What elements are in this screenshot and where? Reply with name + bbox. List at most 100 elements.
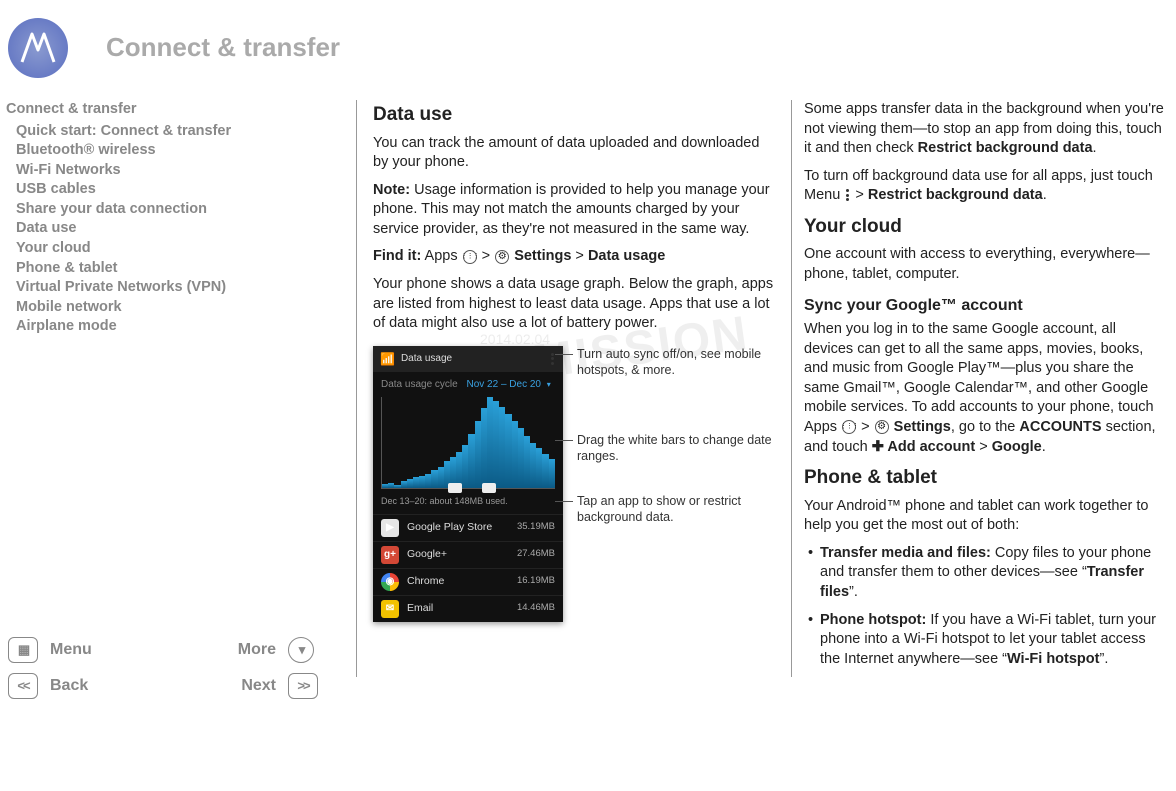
next-icon[interactable]: >> [288,673,318,699]
sync-arrow1: > [857,419,874,435]
nav-item-mobile-network[interactable]: Mobile network [6,298,336,318]
app-row[interactable]: ✉Email14.46MB [373,595,563,622]
paragraph-intro: You can track the amount of data uploade… [373,134,775,173]
nav-heading[interactable]: Connect & transfer [6,100,336,120]
plus-icon: ✚ [872,439,884,455]
divider-1 [356,100,357,677]
app-icon: ✉ [381,600,399,618]
phone-title: Data usage [401,352,452,366]
paragraph-pt: Your Android™ phone and tablet can work … [804,497,1168,536]
app-icon: ◉ [381,573,399,591]
app-row[interactable]: ◉ Chrome 16.19MB [373,568,563,595]
bg1-end: . [1093,140,1097,156]
paragraph-bg1: Some apps transfer data in the backgroun… [804,100,1168,159]
nav-item-wifi[interactable]: Wi-Fi Networks [6,161,336,181]
page-nav-controls: ▦ Menu More ▾ << Back Next >> [8,637,318,699]
network-icon: 📶 [380,351,395,367]
app-name: Chrome [407,574,509,588]
app-icon: g+ [381,546,399,564]
paragraph-findit: Find it: Apps > Settings > Data usage [373,247,775,267]
dropdown-triangle-icon: ▾ [547,380,551,389]
nav-item-quickstart[interactable]: Quick start: Connect & transfer [6,122,336,142]
back-icon[interactable]: << [8,673,38,699]
note-body: Usage information is provided to help yo… [373,182,770,237]
list-item-hotspot: Phone hotspot: If you have a Wi-Fi table… [810,611,1168,670]
bg2-arrow: > [851,187,868,203]
paragraph-graph: Your phone shows a data usage graph. Bel… [373,275,775,334]
gear-icon-2 [875,420,889,434]
sync-accounts: ACCOUNTS [1019,419,1101,435]
range-handle-left[interactable] [448,483,462,493]
findit-settings: Settings [510,248,571,264]
app-name: Google+ [407,547,509,561]
callout-autosync: Turn auto sync off/on, see mobile hotspo… [577,346,775,379]
app-row[interactable]: ▶Google Play Store35.19MB [373,514,563,541]
usage-graph[interactable] [381,397,555,489]
app-size: 27.46MB [517,548,555,561]
bg2-end: . [1043,187,1047,203]
paragraph-bg2: To turn off background data use for all … [804,167,1168,206]
phone-cycle-row[interactable]: Data usage cycle Nov 22 – Dec 20 ▾ [373,372,563,398]
li1-bold: Transfer media and files: [820,545,991,561]
app-name: Google Play Store [407,520,509,534]
sidebar-nav: Connect & transfer Quick start: Connect … [4,100,344,677]
paragraph-cloud: One account with access to everything, e… [804,245,1168,284]
li2-end: ”. [1099,651,1108,667]
nav-item-cloud[interactable]: Your cloud [6,239,336,259]
menu-grid-icon[interactable]: ▦ [8,637,38,663]
callout-tap-app: Tap an app to show or restrict backgroun… [577,493,775,526]
app-size: 16.19MB [517,575,555,588]
nav-item-share[interactable]: Share your data connection [6,200,336,220]
motorola-logo [8,18,68,78]
sync-end: . [1042,439,1046,455]
nav-item-usb[interactable]: USB cables [6,180,336,200]
content-column-2: Some apps transfer data in the backgroun… [804,100,1168,677]
phone-header: 📶 Data usage [373,346,563,372]
bg1-bold: Restrict background data [918,140,1093,156]
more-button[interactable]: More [238,639,276,661]
heading-phone-tablet: Phone & tablet [804,465,1168,491]
arrow-2: > [571,248,588,264]
nav-item-bluetooth[interactable]: Bluetooth® wireless [6,141,336,161]
nav-item-airplane[interactable]: Airplane mode [6,317,336,337]
content-column-1: Data use You can track the amount of dat… [369,100,779,677]
sync-arrow2: > [975,439,992,455]
app-size: 35.19MB [517,521,555,534]
nav-item-datause[interactable]: Data use [6,219,336,239]
list-item-transfer: Transfer media and files: Copy files to … [810,544,1168,603]
heading-cloud: Your cloud [804,214,1168,240]
header: Connect & transfer [0,0,1176,100]
pt-list: Transfer media and files: Copy files to … [804,544,1168,669]
cycle-value: Nov 22 – Dec 20 [467,379,542,390]
callout-drag: Drag the white bars to change date range… [577,432,775,465]
apps-icon-2 [842,420,856,434]
app-name: Email [407,601,509,615]
li2-bold: Phone hotspot: [820,612,926,628]
menu-button[interactable]: Menu [50,639,226,661]
kebab-menu-icon[interactable] [551,351,554,366]
callout-column: Turn auto sync off/on, see mobile hotspo… [577,342,775,572]
back-button[interactable]: Back [50,675,226,697]
page-title: Connect & transfer [106,30,340,65]
graph-caption: Dec 13–20: about 148MB used. [373,493,563,513]
divider-2 [791,100,792,677]
cycle-label: Data usage cycle [381,379,458,390]
next-button[interactable]: Next [238,675,276,697]
li1-end: ”. [849,584,858,600]
graph-bar [549,459,555,488]
findit-label: Find it: [373,248,421,264]
app-row[interactable]: g+ Google+ 27.46MB [373,541,563,568]
findit-datausage: Data usage [588,248,665,264]
range-handle-right[interactable] [482,483,496,493]
nav-item-vpn[interactable]: Virtual Private Networks (VPN) [6,278,336,298]
nav-item-phone-tablet[interactable]: Phone & tablet [6,259,336,279]
arrow-1: > [478,248,495,264]
paragraph-sync: When you log in to the same Google accou… [804,320,1168,457]
motorola-m-icon [18,28,58,68]
li2-link[interactable]: Wi-Fi hotspot [1007,651,1099,667]
heading-sync: Sync your Google™ account [804,295,1168,317]
apps-icon [463,250,477,264]
more-chevron-down-icon[interactable]: ▾ [288,637,314,663]
menu-dots-icon [846,188,849,203]
paragraph-note: Note: Usage information is provided to h… [373,181,775,240]
